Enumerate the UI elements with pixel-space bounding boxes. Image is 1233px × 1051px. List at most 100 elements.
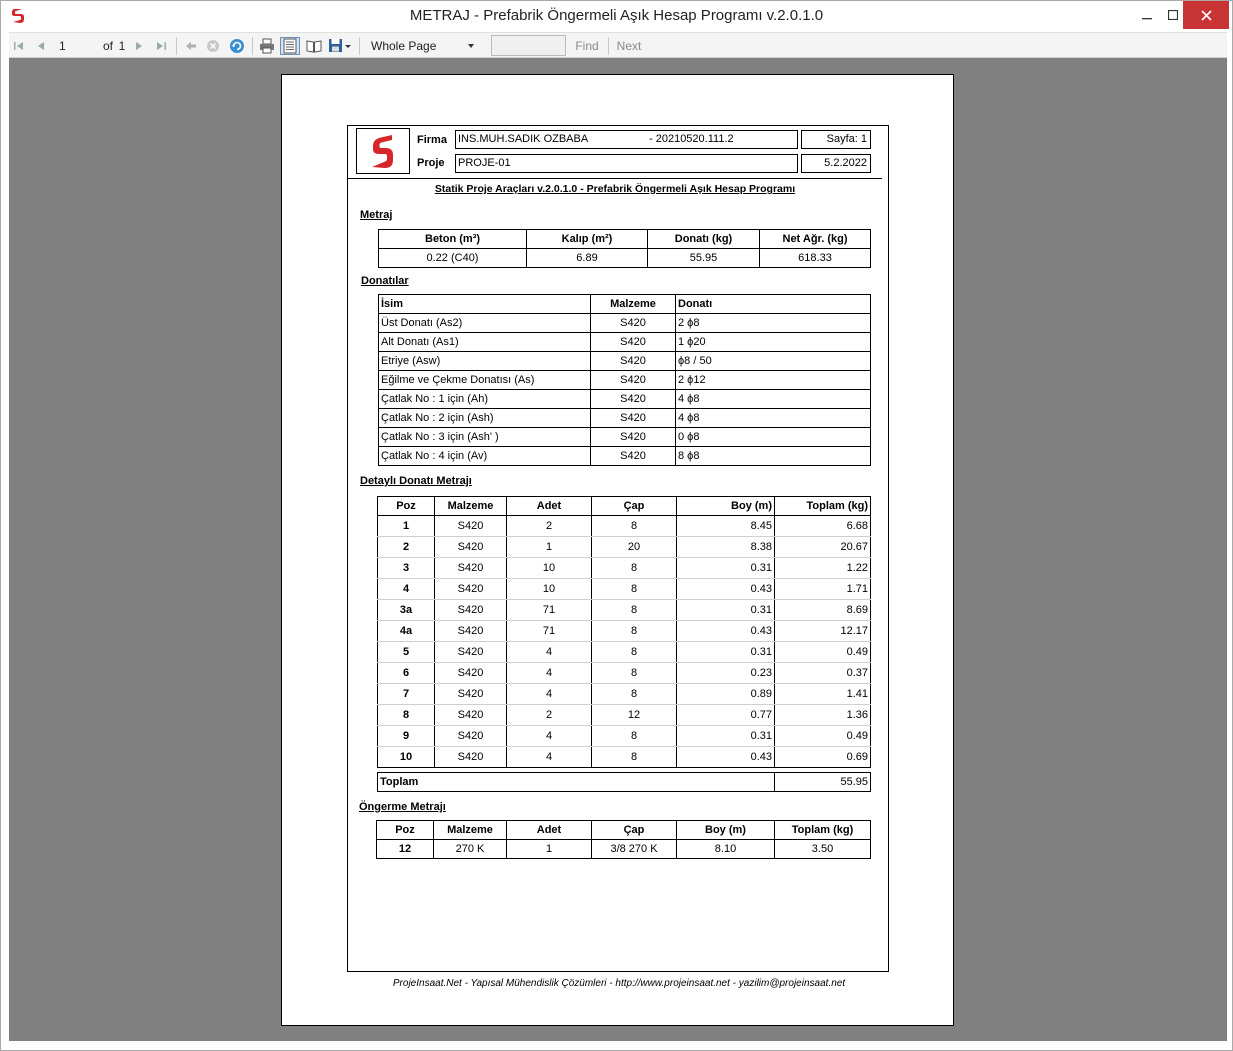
detayli-row: 8 S420 2 12 0.77 1.36 <box>377 704 871 726</box>
donatilar-row: Üst Donatı (As2) S420 2 ϕ8 <box>378 313 871 333</box>
report-viewer[interactable]: Firma Proje INS.MUH.SADIK OZBABA - 20210… <box>9 58 1227 1041</box>
boy-cell: 0.43 <box>676 578 775 600</box>
close-button[interactable] <box>1183 1 1229 29</box>
detayli-section-title: Detaylı Donatı Metrajı <box>360 475 472 487</box>
donati-material: S420 <box>590 313 676 333</box>
adet-cell: 1 <box>506 839 592 859</box>
next-page-button[interactable] <box>131 37 147 55</box>
malzeme-cell: S420 <box>434 557 507 579</box>
firma-value: INS.MUH.SADIK OZBABA <box>458 133 589 145</box>
cap-cell: 8 <box>591 683 677 705</box>
detayli-total-table: Toplam 55.95 <box>377 772 871 792</box>
proje-field: PROJE-01 <box>455 154 798 173</box>
refresh-button[interactable] <box>229 37 245 55</box>
donati-material: S420 <box>590 427 676 447</box>
detayli-header: Poz <box>377 496 435 516</box>
maximize-icon <box>1168 10 1178 20</box>
last-page-button[interactable] <box>153 37 169 55</box>
donatilar-table: İsim Malzeme Donatı Üst Donatı (As2) S420… <box>378 294 871 466</box>
adet-cell: 4 <box>506 725 592 747</box>
metraj-table: Beton (m³) Kalıp (m²) Donatı (kg) Net Ağ… <box>378 229 871 268</box>
malzeme-cell: 270 K <box>433 839 507 859</box>
donatilar-row: Etriye (Asw) S420 ϕ8 / 50 <box>378 351 871 371</box>
donatilar-row: Çatlak No : 4 için (Av) S420 8 ϕ8 <box>378 446 871 466</box>
stop-button[interactable] <box>205 37 221 55</box>
poz-cell: 12 <box>376 839 434 859</box>
donati-value: 4 ϕ8 <box>675 408 871 428</box>
metraj-header: Beton (m³) <box>378 229 527 249</box>
back-arrow-icon <box>186 42 196 50</box>
malzeme-cell: S420 <box>434 683 507 705</box>
print-button[interactable] <box>258 37 276 55</box>
boy-cell: 8.10 <box>676 839 775 859</box>
poz-cell: 7 <box>377 683 435 705</box>
zoom-select[interactable]: Whole Page <box>365 37 481 55</box>
donati-material: S420 <box>590 446 676 466</box>
detayli-row: 5 S420 4 8 0.31 0.49 <box>377 641 871 663</box>
toplam-cell: 0.49 <box>774 725 871 747</box>
next-page-icon <box>136 42 142 50</box>
poz-cell: 1 <box>377 515 435 537</box>
donati-name: Alt Donatı (As1) <box>378 332 591 352</box>
metraj-header: Donatı (kg) <box>647 229 760 249</box>
cap-cell: 8 <box>591 641 677 663</box>
detayli-row: 3 S420 10 8 0.31 1.22 <box>377 557 871 579</box>
malzeme-cell: S420 <box>434 662 507 684</box>
donati-material: S420 <box>590 351 676 371</box>
detayli-row: 6 S420 4 8 0.23 0.37 <box>377 662 871 684</box>
firma-code: - 20210520.111.2 <box>649 133 734 145</box>
boy-cell: 0.31 <box>676 599 775 621</box>
donati-value: 2 ϕ12 <box>675 370 871 390</box>
boy-cell: 0.77 <box>676 704 775 726</box>
adet-cell: 2 <box>506 704 592 726</box>
toplam-cell: 1.71 <box>774 578 871 600</box>
next-find-button[interactable]: Next <box>616 37 642 55</box>
previous-page-button[interactable] <box>33 37 49 55</box>
report-page: Firma Proje INS.MUH.SADIK OZBABA - 20210… <box>281 74 954 1026</box>
page-number-input[interactable]: 1 <box>59 37 95 55</box>
page-setup-button[interactable] <box>305 37 323 55</box>
chevron-down-icon <box>468 44 474 48</box>
print-layout-button[interactable] <box>280 37 300 55</box>
detayli-row: 1 S420 2 8 8.45 6.68 <box>377 515 871 537</box>
adet-cell: 4 <box>506 641 592 663</box>
donati-name: Üst Donatı (As2) <box>378 313 591 333</box>
adet-cell: 1 <box>506 536 592 558</box>
toplam-cell: 1.36 <box>774 704 871 726</box>
zoom-value: Whole Page <box>371 39 437 53</box>
header-divider <box>348 178 882 179</box>
poz-cell: 2 <box>377 536 435 558</box>
adet-cell: 10 <box>506 578 592 600</box>
ongerme-section-title: Öngerme Metrajı <box>359 801 446 813</box>
date-field: 5.2.2022 <box>801 154 871 173</box>
adet-cell: 4 <box>506 683 592 705</box>
back-button[interactable] <box>183 37 199 55</box>
last-page-icon <box>157 42 166 50</box>
detayli-donati-table: Poz Malzeme Adet Çap Boy (m) Toplam (kg)… <box>377 496 871 768</box>
donatilar-row: Çatlak No : 1 için (Ah) S420 4 ϕ8 <box>378 389 871 409</box>
donatilar-header: İsim <box>378 294 591 314</box>
toolbar-separator <box>608 37 609 55</box>
boy-cell: 0.31 <box>676 641 775 663</box>
find-input[interactable] <box>491 35 566 56</box>
toplam-cell: 12.17 <box>774 620 871 642</box>
export-button[interactable] <box>327 37 353 55</box>
report-toolbar: 1 of 1 Whole Page Find Next <box>9 32 1227 58</box>
find-button[interactable]: Find <box>574 37 600 55</box>
boy-cell: 8.38 <box>676 536 775 558</box>
detayli-header: Boy (m) <box>676 496 775 516</box>
first-page-button[interactable] <box>11 37 27 55</box>
donati-name: Çatlak No : 1 için (Ah) <box>378 389 591 409</box>
cap-cell: 8 <box>591 599 677 621</box>
donati-name: Eğilme ve Çekme Donatısı (As) <box>378 370 591 390</box>
ongerme-header: Malzeme <box>433 820 507 840</box>
toolbar-separator <box>252 37 253 55</box>
donati-value: ϕ8 / 50 <box>675 351 871 371</box>
donatilar-section-title: Donatılar <box>361 275 409 287</box>
toplam-cell: 1.22 <box>774 557 871 579</box>
proje-label: Proje <box>417 157 445 169</box>
adet-cell: 71 <box>506 599 592 621</box>
detayli-total-label: Toplam <box>377 772 775 792</box>
ongerme-header: Poz <box>376 820 434 840</box>
detayli-header: Adet <box>506 496 592 516</box>
